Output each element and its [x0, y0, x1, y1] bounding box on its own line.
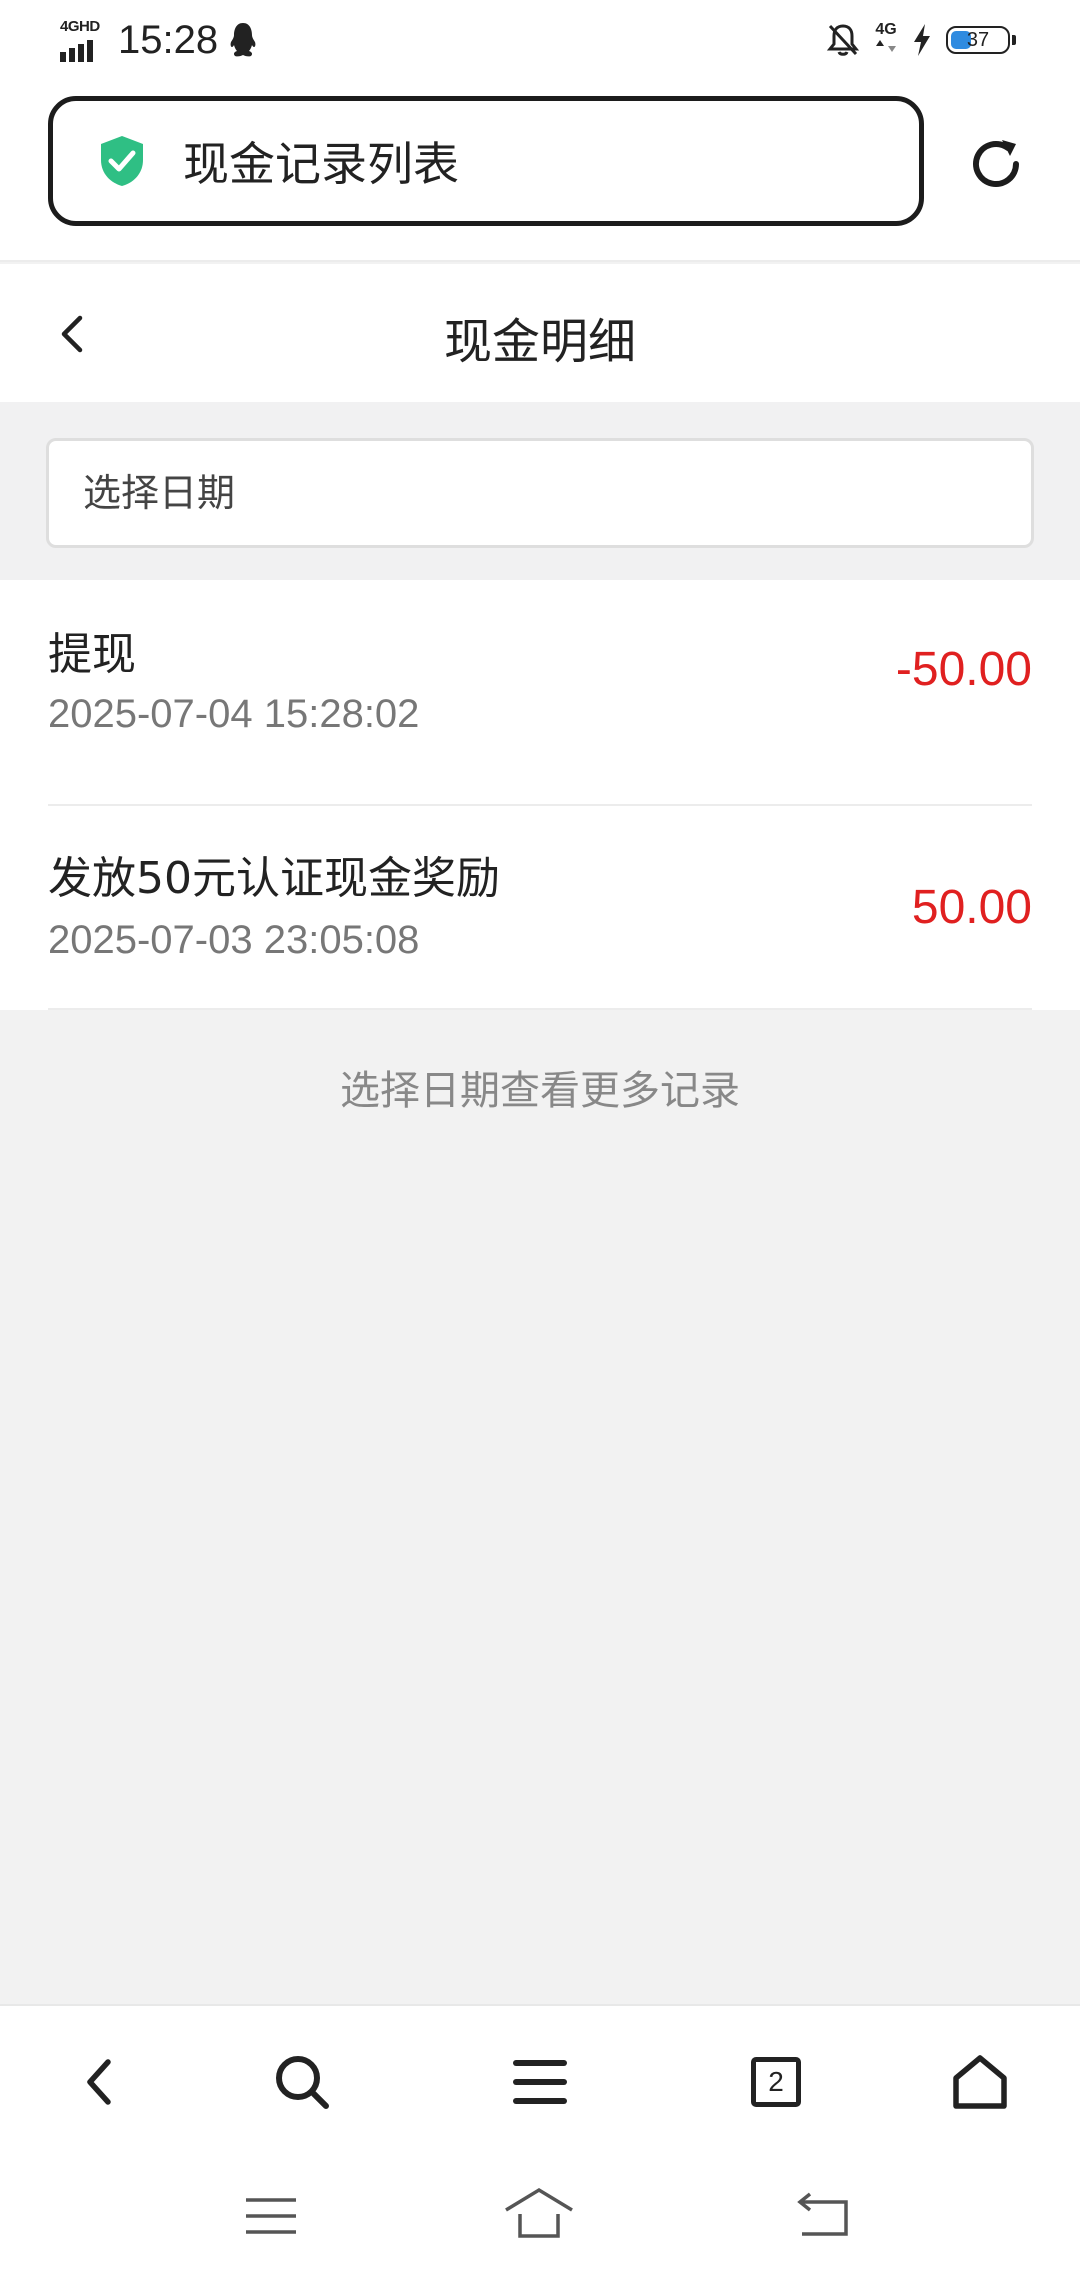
page-header: 现金明细 [0, 264, 1080, 402]
toolbar-home-button[interactable] [940, 2042, 1020, 2122]
date-filter-area [0, 402, 1080, 580]
address-bar[interactable]: 现金记录列表 [48, 96, 924, 226]
battery-icon: 37 [946, 26, 1010, 54]
status-left: 4GHD 15:28 [60, 18, 258, 62]
date-picker-input[interactable] [46, 438, 1034, 548]
menu-icon [513, 2060, 567, 2104]
back-nav-icon[interactable] [788, 2186, 858, 2246]
list-item[interactable]: 发放50元认证现金奖励 2025-07-03 23:05:08 50.00 [0, 806, 1080, 1010]
recent-apps-icon[interactable] [236, 2186, 306, 2246]
charging-bolt-icon [914, 24, 930, 56]
battery-level: 37 [966, 28, 990, 51]
security-shield-icon [101, 136, 143, 186]
record-time: 2025-07-03 23:05:08 [48, 918, 420, 962]
record-amount: 50.00 [911, 881, 1032, 934]
mobile-data-indicator: 4G [874, 22, 898, 58]
list-item[interactable]: 提现 2025-07-04 15:28:02 -50.00 [0, 580, 1080, 806]
toolbar-back-button[interactable] [60, 2042, 140, 2122]
toolbar-menu-button[interactable] [500, 2042, 580, 2122]
mute-bell-icon [826, 24, 860, 56]
record-time: 2025-07-04 15:28:02 [48, 692, 420, 736]
home-icon [953, 2055, 1007, 2109]
network-type-label: 4GHD [60, 18, 100, 35]
record-title: 发放50元认证现金奖励 [48, 853, 500, 904]
battery-tip [1012, 35, 1016, 45]
signal-icon: 4GHD [60, 18, 108, 62]
toolbar-search-button[interactable] [262, 2042, 342, 2122]
home-nav-icon[interactable] [504, 2186, 574, 2246]
tab-count: 2 [751, 2057, 801, 2107]
browser-address-area: 现金记录列表 [0, 86, 1080, 262]
record-title: 提现 [48, 629, 136, 680]
data-arrows-icon [876, 40, 896, 52]
toolbar-tabs-button[interactable]: 2 [736, 2042, 816, 2122]
browser-toolbar: 2 [0, 2004, 1080, 2152]
status-time: 15:28 [118, 18, 219, 62]
more-records-hint: 选择日期查看更多记录 [340, 1068, 740, 1114]
status-right: 4G 37 [826, 22, 1016, 58]
search-icon [276, 2056, 329, 2109]
refresh-icon[interactable] [964, 132, 1028, 196]
status-bar: 4GHD 15:28 4G 37 [0, 0, 1080, 86]
list-divider [48, 1008, 1032, 1010]
chevron-left-icon [87, 2059, 111, 2105]
address-text: 现金记录列表 [183, 137, 459, 191]
system-nav-bar [0, 2152, 1080, 2280]
record-list: 提现 2025-07-04 15:28:02 -50.00 发放50元认证现金奖… [0, 580, 1080, 1010]
qq-penguin-icon [230, 23, 256, 57]
network-4g-label: 4G [875, 21, 897, 38]
page-title: 现金明细 [443, 314, 636, 370]
record-amount: -50.00 [895, 643, 1032, 696]
signal-bars [60, 40, 93, 62]
